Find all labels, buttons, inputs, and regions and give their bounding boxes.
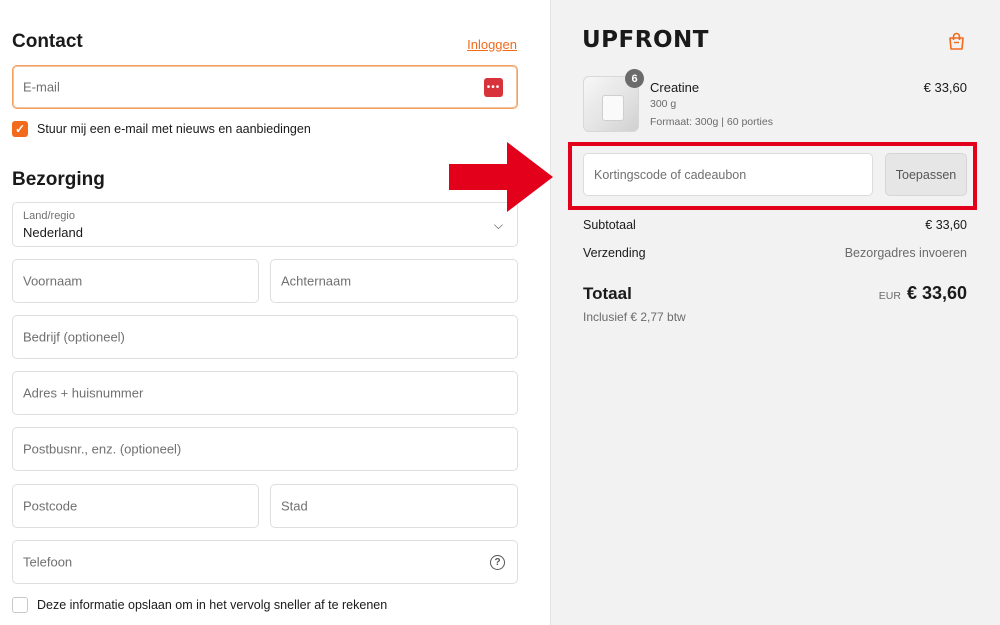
address-field[interactable]: Adres + huisnummer [12, 371, 518, 415]
last-name-placeholder: Achternaam [281, 273, 352, 289]
subtotal-value: € 33,60 [925, 218, 967, 232]
contact-heading: Contact [12, 31, 83, 52]
first-name-placeholder: Voornaam [23, 273, 83, 289]
shopping-bag-icon[interactable] [948, 32, 965, 50]
city-field[interactable]: Stad [270, 484, 518, 528]
newsletter-option[interactable]: ✓ Stuur mij een e-mail met nieuws en aan… [12, 121, 311, 137]
company-placeholder: Bedrijf (optioneel) [23, 329, 125, 345]
tax-line: Inclusief € 2,77 btw [583, 310, 686, 324]
discount-code-input[interactable]: Kortingscode of cadeaubon [583, 153, 873, 196]
save-info-checkbox[interactable] [12, 597, 28, 613]
apply-discount-button[interactable]: Toepassen [885, 153, 967, 196]
address2-field[interactable]: Postbusnr., enz. (optioneel) [12, 427, 518, 471]
brand-logo[interactable]: UPFRONT [582, 27, 709, 53]
postcode-field[interactable]: Postcode [12, 484, 259, 528]
newsletter-checkbox[interactable]: ✓ [12, 121, 28, 137]
product-jar-icon [602, 95, 624, 121]
help-icon[interactable]: ? [490, 555, 505, 570]
total-value: € 33,60 [906, 283, 967, 303]
chevron-down-icon: ⌵ [493, 218, 503, 232]
city-placeholder: Stad [281, 498, 308, 514]
newsletter-label: Stuur mij een e-mail met nieuws en aanbi… [37, 122, 311, 136]
shipping-label: Verzending [583, 246, 646, 260]
company-field[interactable]: Bedrijf (optioneel) [12, 315, 518, 359]
postcode-placeholder: Postcode [23, 498, 78, 514]
total-amount-group: EUR € 33,60 [879, 283, 967, 304]
product-weight: 300 g [650, 98, 677, 110]
email-placeholder: E-mail [23, 79, 60, 95]
total-currency: EUR [878, 290, 901, 302]
country-label: Land/regio [23, 210, 75, 222]
phone-field[interactable]: Telefoon ? [12, 540, 518, 584]
shipping-value: Bezorgadres invoeren [844, 246, 967, 260]
last-name-field[interactable]: Achternaam [270, 259, 518, 303]
country-value: Nederland [23, 225, 83, 240]
total-label: Totaal [583, 284, 632, 303]
subtotal-label: Subtotaal [583, 218, 636, 232]
login-link[interactable]: Inloggen [467, 37, 517, 52]
phone-placeholder: Telefoon [23, 554, 73, 570]
checkout-form: Contact Inloggen E-mail ••• ✓ Stuur mij … [0, 0, 550, 625]
shipping-row: Verzending Bezorgadres invoeren [583, 246, 967, 260]
address2-placeholder: Postbusnr., enz. (optioneel) [23, 441, 182, 457]
delivery-heading: Bezorging [12, 169, 105, 190]
first-name-field[interactable]: Voornaam [12, 259, 259, 303]
discount-placeholder: Kortingscode of cadeaubon [594, 167, 747, 182]
quantity-badge: 6 [625, 69, 644, 88]
product-name: Creatine [650, 80, 700, 95]
subtotal-row: Subtotaal € 33,60 [583, 218, 967, 232]
country-select[interactable]: Land/regio Nederland ⌵ [12, 202, 518, 247]
product-variant: Formaat: 300g | 60 porties [650, 116, 773, 128]
email-field[interactable]: E-mail ••• [12, 65, 518, 109]
annotation-arrow-icon [449, 142, 553, 212]
save-info-label: Deze informatie opslaan om in het vervol… [37, 598, 388, 612]
address-placeholder: Adres + huisnummer [23, 385, 144, 401]
product-price: € 33,60 [923, 80, 967, 95]
password-manager-icon[interactable]: ••• [484, 78, 503, 97]
save-info-option[interactable]: Deze informatie opslaan om in het vervol… [12, 597, 387, 613]
